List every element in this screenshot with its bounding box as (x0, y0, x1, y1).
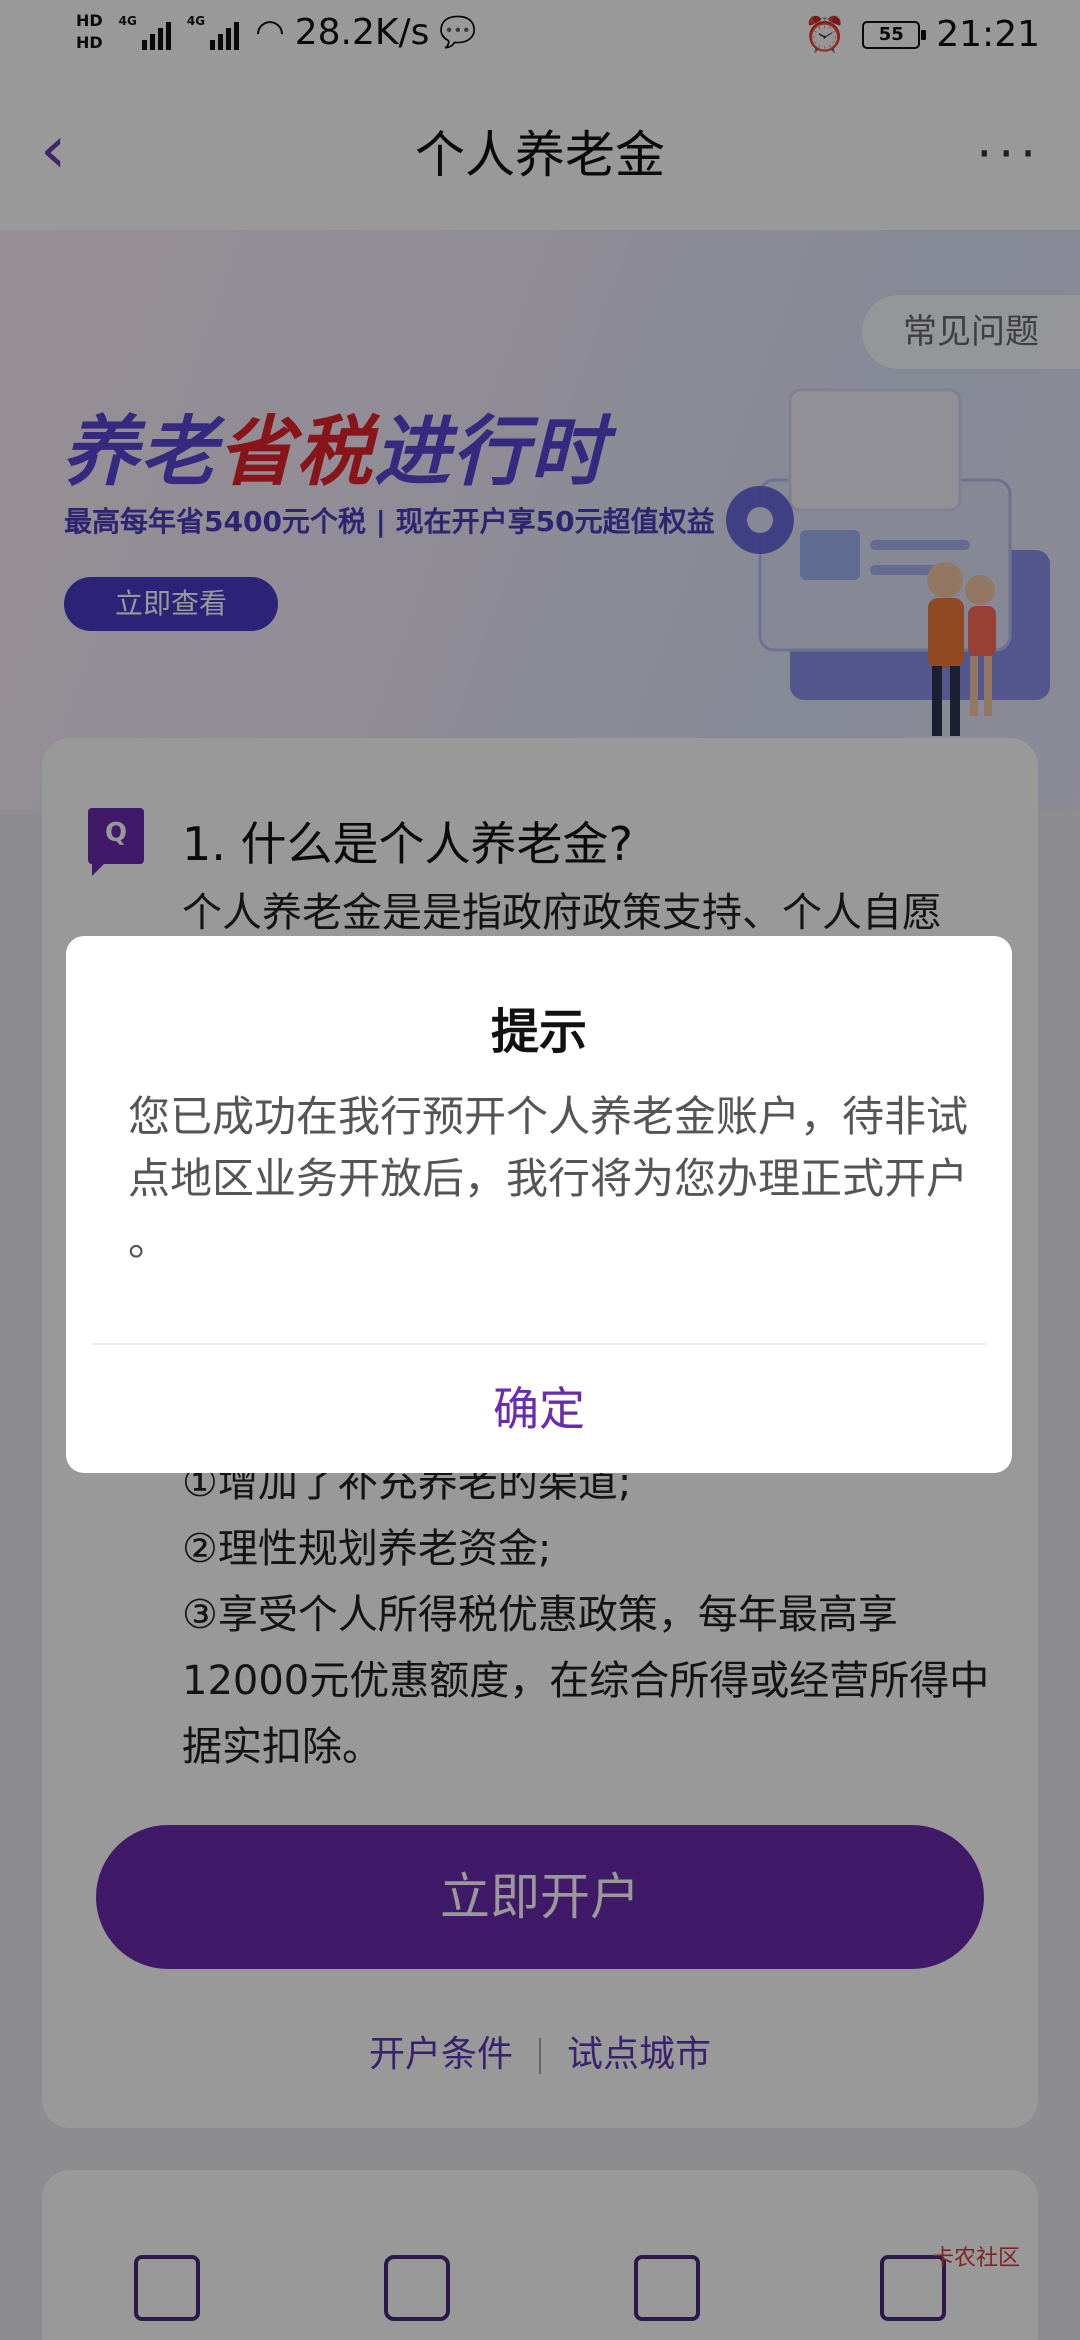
dialog-message: 您已成功在我行预开个人养老金账户，待非试点地区业务开放后，我行将为您办理正式开户… (128, 1092, 969, 1265)
dialog-divider (92, 1343, 986, 1345)
dialog-title: 提示 (490, 1004, 587, 1060)
alert-dialog: 提示 您已成功在我行预开个人养老金账户，待非试点地区业务开放后，我行将为您办理正… (66, 936, 1012, 1473)
confirm-button[interactable]: 确定 (66, 1346, 1012, 1473)
